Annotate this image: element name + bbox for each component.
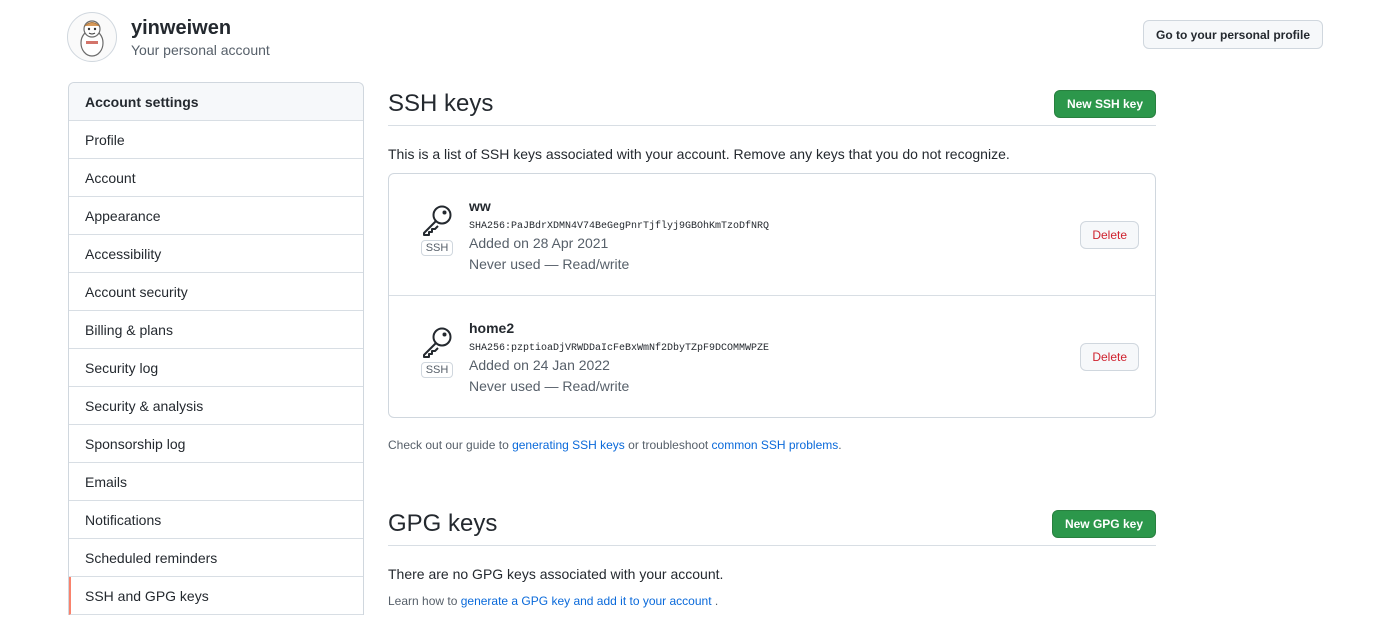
sidebar-item-emails[interactable]: Emails <box>69 463 363 501</box>
key-fingerprint: SHA256:PaJBdrXDMN4V74BeGegPnrTjflyj9GBOh… <box>469 221 770 232</box>
note-text: Check out our guide to <box>388 438 513 452</box>
username[interactable]: yinweiwen <box>131 15 270 41</box>
note-text: Learn how to <box>388 594 461 608</box>
ssh-type-badge: SSH <box>420 362 454 378</box>
generating-ssh-keys-link[interactable]: generating SSH keys <box>512 438 625 452</box>
ssh-key-row: SSH ww SHA256:PaJBdrXDMN4V74BeGegPnrTjfl… <box>389 174 1155 296</box>
generate-gpg-key-link[interactable]: generate a GPG key and add it to your ac… <box>461 594 712 608</box>
sidebar-item-profile[interactable]: Profile <box>69 121 363 159</box>
delete-key-button[interactable]: Delete <box>1080 221 1139 249</box>
sidebar-item-ssh-and-gpg-keys[interactable]: SSH and GPG keys <box>69 577 363 615</box>
sidebar-item-account[interactable]: Account <box>69 159 363 197</box>
ssh-section-header: SSH keys New SSH key <box>388 82 1156 126</box>
sidebar-item-security-log[interactable]: Security log <box>69 349 363 387</box>
sidebar-item-notifications[interactable]: Notifications <box>69 501 363 539</box>
ssh-key-row: SSH home2 SHA256:pzptioaDjVRWDDaIcFeBxWm… <box>389 296 1155 417</box>
ssh-type-badge: SSH <box>420 240 454 256</box>
sidebar-item-accessibility[interactable]: Accessibility <box>69 235 363 273</box>
key-added-date: Added on 24 Jan 2022 <box>469 357 610 373</box>
go-to-profile-button[interactable]: Go to your personal profile <box>1143 20 1324 49</box>
gpg-section-header: GPG keys New GPG key <box>388 502 1156 546</box>
gpg-keys-title: GPG keys <box>388 509 498 537</box>
account-subtitle: Your personal account <box>131 42 270 58</box>
ssh-keys-title: SSH keys <box>388 89 494 117</box>
sidebar-item-scheduled-reminders[interactable]: Scheduled reminders <box>69 539 363 577</box>
key-added-date: Added on 28 Apr 2021 <box>469 235 609 251</box>
sidebar-item-billing-and-plans[interactable]: Billing & plans <box>69 311 363 349</box>
note-text: . <box>838 438 842 452</box>
sidebar-item-account-security[interactable]: Account security <box>69 273 363 311</box>
key-icon <box>423 205 452 236</box>
new-gpg-key-button[interactable]: New GPG key <box>1051 509 1156 538</box>
avatar-image <box>80 20 104 57</box>
key-title: home2 <box>469 320 515 336</box>
sidebar-item-sponsorship-log[interactable]: Sponsorship log <box>69 425 363 463</box>
sidebar-item-security-and-analysis[interactable]: Security & analysis <box>69 387 363 425</box>
ssh-help-note: Check out our guide to generating SSH ke… <box>388 438 1156 452</box>
key-icon <box>423 327 452 358</box>
sidebar-heading: Account settings <box>69 83 363 121</box>
delete-key-button[interactable]: Delete <box>1080 343 1139 371</box>
settings-sidebar: Account settings Profile Account Appearanc… <box>68 82 364 615</box>
key-usage: Never used — Read/write <box>469 256 630 272</box>
sidebar-item-appearance[interactable]: Appearance <box>69 197 363 235</box>
key-usage: Never used — Read/write <box>469 378 630 394</box>
new-ssh-key-button[interactable]: New SSH key <box>1053 89 1156 118</box>
avatar[interactable] <box>67 12 117 62</box>
note-text: . <box>711 594 719 608</box>
main-content: SSH keys New SSH key This is a list of S… <box>388 82 1156 608</box>
common-ssh-problems-link[interactable]: common SSH problems <box>712 438 839 452</box>
ssh-keys-list: SSH ww SHA256:PaJBdrXDMN4V74BeGegPnrTjfl… <box>388 173 1156 418</box>
account-header: yinweiwen Your personal account <box>67 12 270 62</box>
ssh-description: This is a list of SSH keys associated wi… <box>388 146 1010 162</box>
note-text: or troubleshoot <box>624 438 712 452</box>
gpg-description: There are no GPG keys associated with yo… <box>388 566 724 582</box>
key-title: ww <box>469 198 491 214</box>
key-fingerprint: SHA256:pzptioaDjVRWDDaIcFeBxWmNf2DbyTZpF… <box>469 343 770 354</box>
gpg-help-note: Learn how to generate a GPG key and add … <box>388 594 1156 608</box>
